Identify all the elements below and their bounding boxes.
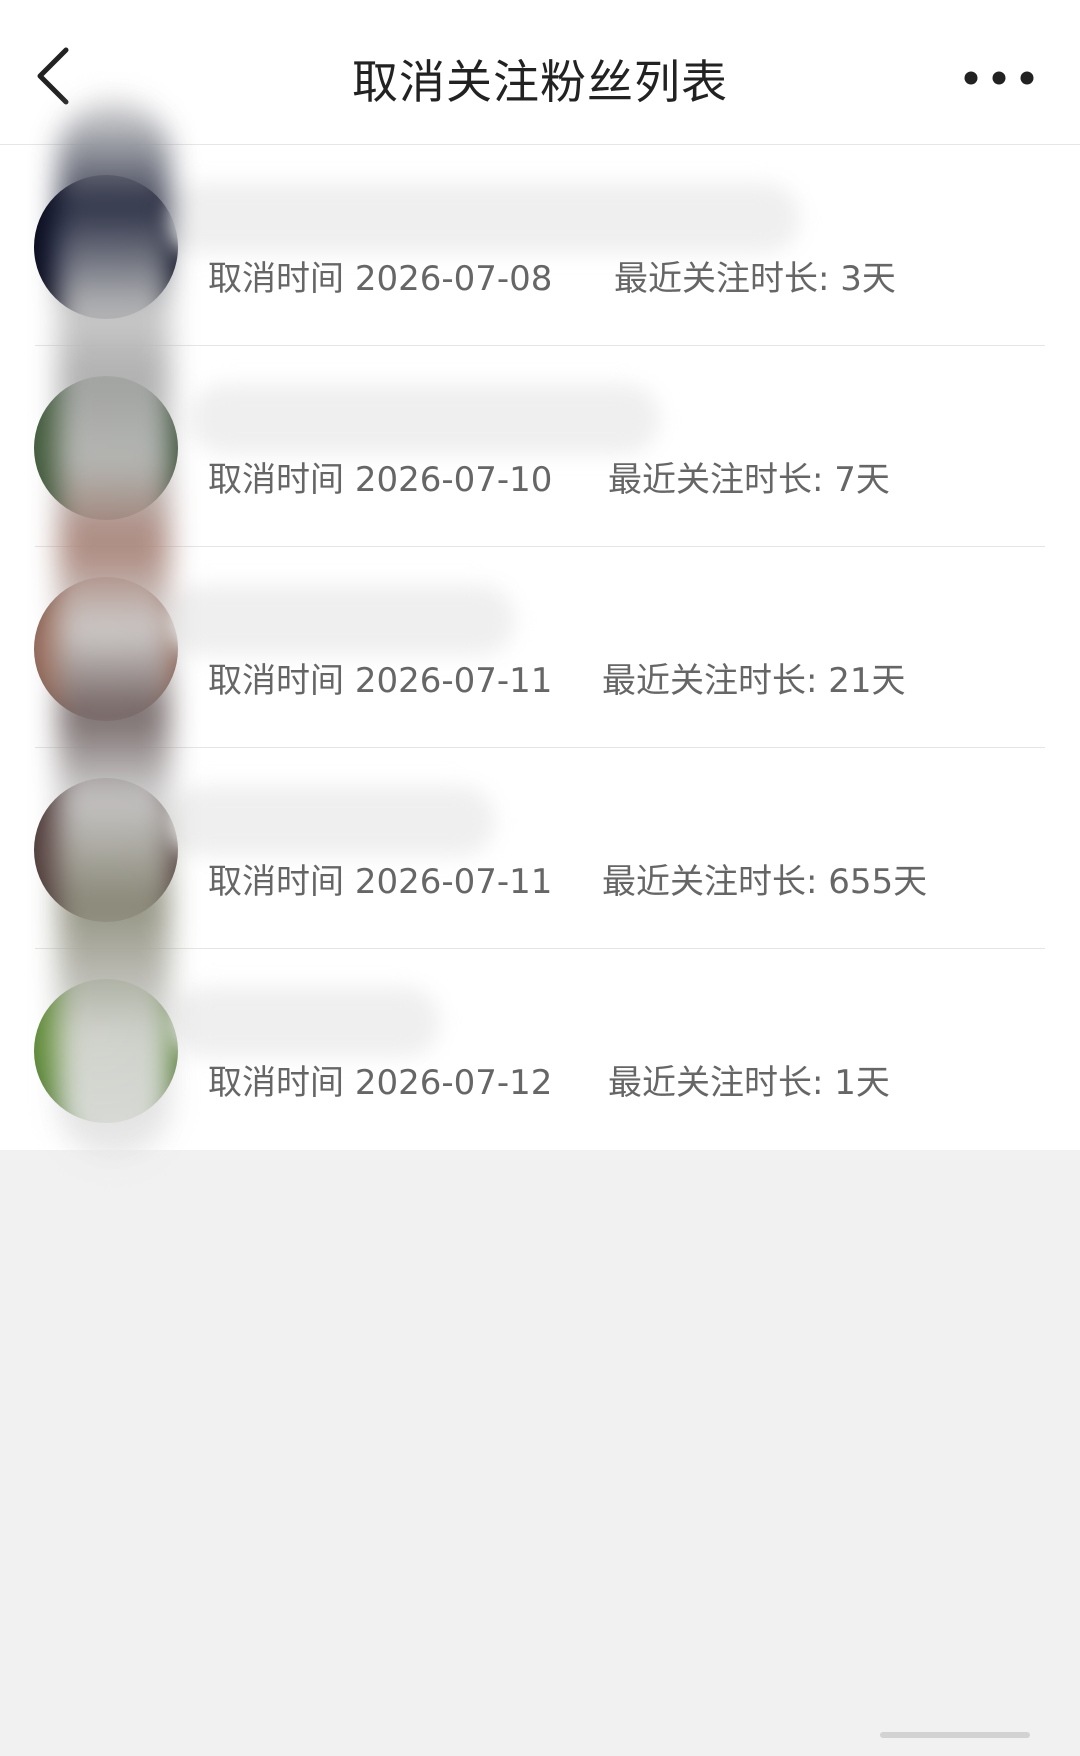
navigation-bar: 取消关注粉丝列表 <box>0 0 1080 145</box>
follow-duration: 最近关注时长: 3天 <box>614 257 896 301</box>
follow-duration: 最近关注时长: 7天 <box>608 458 890 502</box>
cancel-time-value: 2026-07-11 <box>354 862 553 902</box>
home-indicator <box>880 1732 1030 1738</box>
cancel-time: 取消时间 2026-07-11 <box>208 860 552 904</box>
more-dots-icon <box>964 71 1034 85</box>
follow-duration-value: 1天 <box>834 1063 890 1103</box>
follow-duration-value: 655天 <box>828 862 928 902</box>
follow-duration-label: 最近关注时长: <box>614 259 830 299</box>
cancel-time-label: 取消时间 <box>208 259 344 299</box>
cancel-time-value: 2026-07-08 <box>354 259 553 299</box>
follow-duration-value: 7天 <box>834 460 890 500</box>
username-redacted <box>190 384 660 454</box>
cancel-time: 取消时间 2026-07-11 <box>208 659 552 703</box>
cancel-time-value: 2026-07-12 <box>354 1063 553 1103</box>
username-redacted <box>170 987 440 1057</box>
username-redacted <box>165 585 515 655</box>
username-redacted <box>160 183 800 253</box>
redaction-smear <box>58 100 170 1160</box>
cancel-time: 取消时间 2026-07-10 <box>208 458 552 502</box>
cancel-time-value: 2026-07-10 <box>354 460 553 500</box>
more-options-button[interactable] <box>960 62 1038 94</box>
page-title: 取消关注粉丝列表 <box>352 55 728 109</box>
cancel-time: 取消时间 2026-07-08 <box>208 257 552 301</box>
cancel-time-value: 2026-07-11 <box>354 661 553 701</box>
follow-duration: 最近关注时长: 655天 <box>602 860 927 904</box>
username-redacted <box>165 786 495 856</box>
follow-duration-value: 21天 <box>828 661 906 701</box>
cancel-time: 取消时间 2026-07-12 <box>208 1061 552 1105</box>
follow-duration: 最近关注时长: 21天 <box>602 659 906 703</box>
follow-duration-label: 最近关注时长: <box>602 862 818 902</box>
follow-duration-label: 最近关注时长: <box>602 661 818 701</box>
cancel-time-label: 取消时间 <box>208 862 344 902</box>
cancel-time-label: 取消时间 <box>208 1063 344 1103</box>
follow-duration-label: 最近关注时长: <box>608 460 824 500</box>
cancel-time-label: 取消时间 <box>208 460 344 500</box>
follow-duration-label: 最近关注时长: <box>608 1063 824 1103</box>
screen: 取消关注粉丝列表 取消时间 2026-07-08 最近关注时长: 3天 取消时间… <box>0 0 1080 1756</box>
follow-duration: 最近关注时长: 1天 <box>608 1061 890 1105</box>
cancel-time-label: 取消时间 <box>208 661 344 701</box>
follow-duration-value: 3天 <box>840 259 896 299</box>
